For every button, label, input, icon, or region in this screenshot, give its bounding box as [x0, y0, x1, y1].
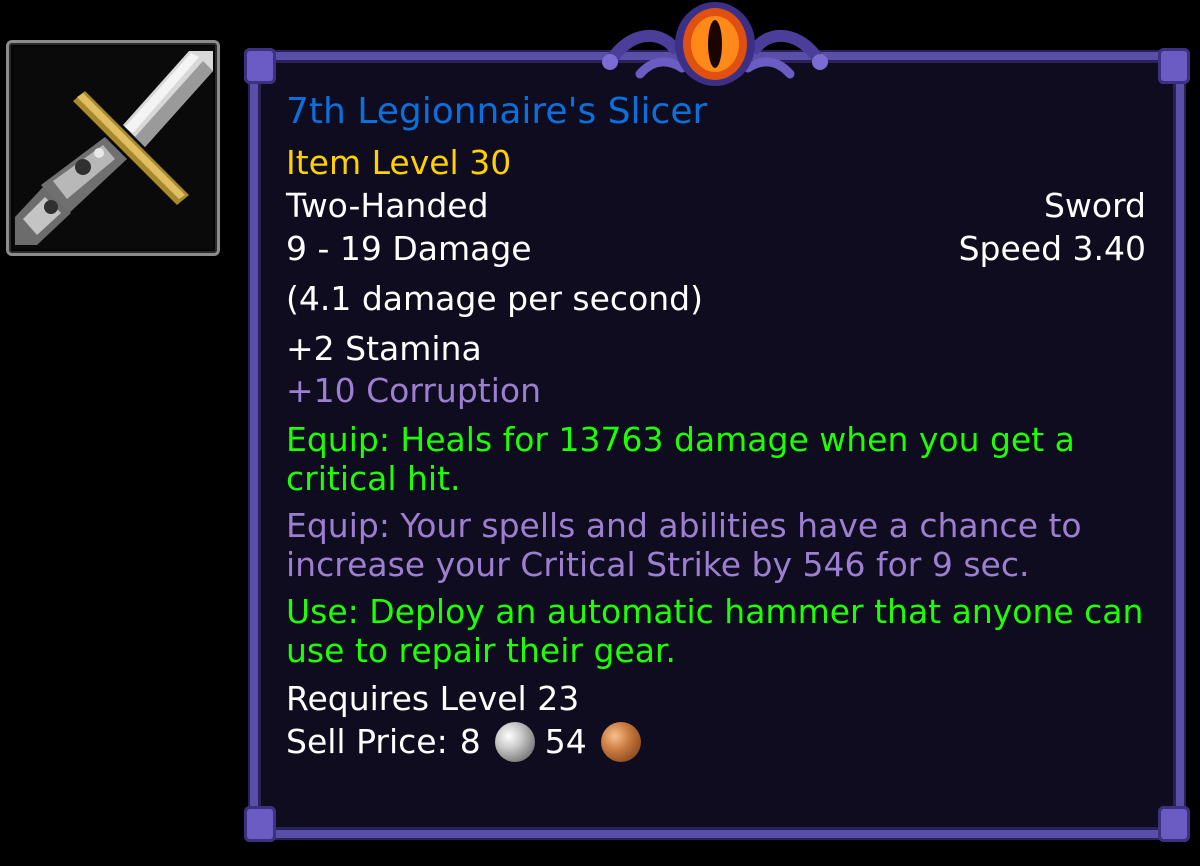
sell-price-label: Sell Price: [286, 722, 448, 761]
equip-effect-heal: Equip: Heals for 13763 damage when you g… [286, 420, 1075, 498]
equip-effect-crit: Equip: Your spells and abilities have a … [286, 506, 1082, 584]
silver-coin-icon [494, 722, 535, 762]
item-damage-row: 9 - 19 Damage Speed 3.40 [286, 227, 1146, 270]
use-effect: Use: Deploy an automatic hammer that any… [286, 592, 1144, 670]
item-speed: Speed 3.40 [958, 229, 1146, 268]
item-dps: (4.1 damage per second) [286, 279, 703, 318]
frame-corner-ornament [244, 48, 276, 84]
item-icon-frame[interactable] [6, 40, 220, 256]
item-stat-stamina: +2 Stamina [286, 329, 482, 368]
frame-corner-ornament [1158, 806, 1190, 842]
copper-coin-icon [600, 722, 641, 762]
corruption-eye-icon [602, 2, 828, 86]
item-level: Item Level 30 [286, 143, 512, 182]
required-level: Requires Level 23 [286, 679, 580, 718]
frame-corner-ornament [1158, 48, 1190, 84]
frame-corner-ornament [244, 806, 276, 842]
item-damage: 9 - 19 Damage [286, 229, 532, 268]
sword-icon [13, 47, 213, 249]
item-weapon-type: Sword [1043, 186, 1146, 225]
tooltip-content: 7th Legionnaire's Slicer Item Level 30 T… [286, 88, 1146, 764]
sell-price-silver: 8 [459, 722, 481, 761]
item-corruption: +10 Corruption [286, 371, 541, 410]
item-handedness: Two-Handed [286, 186, 489, 225]
item-slot-row: Two-Handed Sword [286, 184, 1146, 227]
sell-price-copper: 54 [544, 722, 587, 761]
sell-price: Sell Price: 8 54 [286, 720, 1146, 764]
item-name: 7th Legionnaire's Slicer [286, 91, 708, 132]
